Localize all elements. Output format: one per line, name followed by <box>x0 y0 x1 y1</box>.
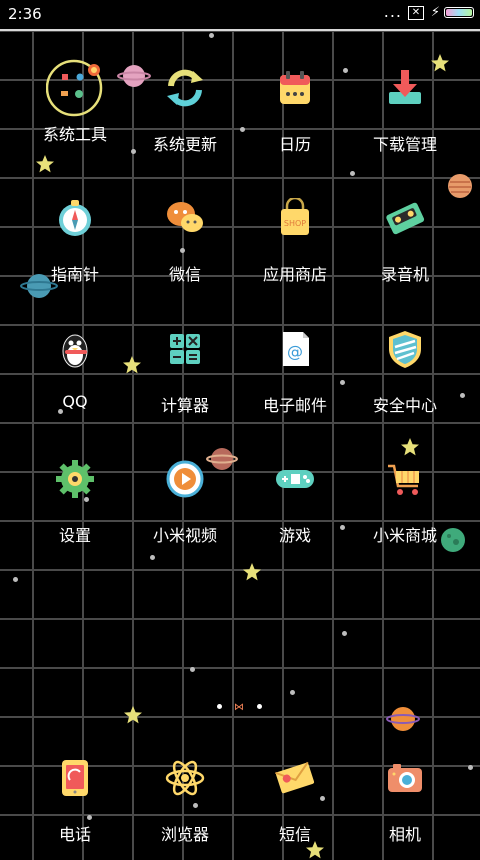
email-at-glyph: @ <box>287 342 303 361</box>
app-label: 计算器 <box>160 396 209 415</box>
app-games[interactable]: 游戏 <box>240 459 350 559</box>
app-label: QQ <box>62 392 88 411</box>
app-label: 微信 <box>168 265 201 284</box>
envelope-icon <box>275 761 315 794</box>
refresh-icon <box>167 69 203 107</box>
calendar-icon <box>280 71 310 104</box>
background-star-dot <box>468 765 473 770</box>
cassette-icon <box>386 202 425 235</box>
background-star-dot <box>190 667 195 672</box>
app-email[interactable]: @ 电子邮件 <box>240 329 350 429</box>
app-mi-video[interactable]: 小米视频 <box>130 459 240 559</box>
battery-icon <box>444 7 474 18</box>
star-icon <box>243 563 261 581</box>
camera-icon <box>388 764 422 792</box>
planet-icon <box>448 174 472 198</box>
app-system-tools[interactable]: 系统工具 <box>20 58 130 158</box>
status-time: 2:36 <box>8 5 42 23</box>
app-label: 系统更新 <box>152 135 217 154</box>
play-icon <box>166 460 204 498</box>
app-mi-store[interactable]: 小米商城 <box>350 459 460 559</box>
background-star-dot <box>342 631 347 636</box>
battery-fill <box>446 9 472 16</box>
shopping-cart-icon <box>388 464 419 495</box>
app-wechat[interactable]: 微信 <box>130 198 240 298</box>
app-label: 电话 <box>58 825 91 844</box>
gamepad-icon <box>276 470 314 488</box>
app-label: 相机 <box>388 825 421 844</box>
status-divider <box>0 29 480 31</box>
app-qq[interactable]: QQ <box>20 329 130 429</box>
phone-icon <box>62 760 88 796</box>
app-system-update[interactable]: 系统更新 <box>130 68 240 168</box>
chat-bubbles-icon <box>167 202 203 232</box>
app-app-store[interactable]: SHOP 应用商店 <box>240 198 350 298</box>
gear-icon <box>56 460 94 498</box>
page-dot <box>257 704 262 709</box>
app-calculator[interactable]: 计算器 <box>130 329 240 429</box>
app-label: 设置 <box>58 526 91 545</box>
download-icon <box>389 70 421 104</box>
tools-folder-icon <box>46 59 103 117</box>
background-star-dot <box>209 33 214 38</box>
app-calendar[interactable]: 日历 <box>240 68 350 168</box>
shop-bag-icon: SHOP <box>281 198 309 235</box>
app-security-center[interactable]: 安全中心 <box>350 329 460 429</box>
app-label: 浏览器 <box>160 825 209 844</box>
atom-icon <box>165 760 205 796</box>
page-dot <box>217 704 222 709</box>
app-label: 指南针 <box>50 265 99 284</box>
app-label: 小米商城 <box>372 526 437 545</box>
app-label: 下载管理 <box>372 135 437 154</box>
dock-phone[interactable]: 电话 <box>20 758 130 858</box>
app-recorder[interactable]: 录音机 <box>350 198 460 298</box>
app-label: 短信 <box>278 825 311 844</box>
dock-camera[interactable]: 相机 <box>350 758 460 858</box>
dock-browser[interactable]: 浏览器 <box>130 758 240 858</box>
page-indicator: ⋈ <box>0 702 480 713</box>
app-label: 系统工具 <box>42 125 107 144</box>
app-download-manager[interactable]: 下载管理 <box>350 68 460 168</box>
app-label: 游戏 <box>278 526 311 545</box>
app-label: 小米视频 <box>152 526 217 545</box>
star-icon <box>401 438 419 456</box>
app-label: 应用商店 <box>262 265 327 284</box>
background-star-dot <box>290 690 295 695</box>
background-star-dot <box>13 577 18 582</box>
more-indicator: ... <box>383 2 402 21</box>
app-label: 电子邮件 <box>262 396 327 415</box>
shop-bag-text: SHOP <box>284 219 306 228</box>
no-sim-icon: ✕ <box>408 6 424 20</box>
calculator-icon <box>170 334 200 364</box>
app-label: 录音机 <box>380 265 429 284</box>
shield-icon <box>389 331 421 368</box>
app-label: 日历 <box>278 135 311 154</box>
penguin-icon <box>62 334 88 368</box>
moon-icon <box>11 630 33 652</box>
page-dot-current: ⋈ <box>234 702 244 713</box>
charging-bolt-icon: ⚡ <box>430 5 440 20</box>
dock-messages[interactable]: 短信 <box>240 758 350 858</box>
email-icon: @ <box>283 332 309 366</box>
background-star-dot <box>350 171 355 176</box>
compass-icon <box>59 200 91 236</box>
background-star-dot <box>460 393 465 398</box>
app-compass[interactable]: 指南针 <box>20 198 130 298</box>
app-settings[interactable]: 设置 <box>20 459 130 559</box>
status-bar: 2:36 ... ✕ ⚡ <box>0 0 480 31</box>
app-label: 安全中心 <box>372 396 437 415</box>
